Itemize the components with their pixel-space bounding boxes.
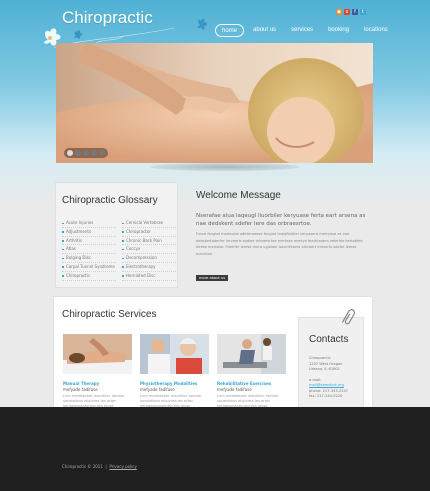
stumbleupon-icon[interactable]: s [344,9,350,15]
rss-icon[interactable]: ◉ [336,9,342,15]
nav-locations[interactable]: locations [358,24,394,37]
copyright-text: Chiropractic © 2011 [62,464,103,469]
footer: Chiropractic © 2011 | Privacy policy [0,407,430,491]
glossary-item[interactable]: Herniated Disc [122,272,176,281]
glossary-item[interactable]: Cervical Vertebrae [122,219,176,228]
slider-dot[interactable] [83,150,89,156]
welcome-title: Welcome Message [196,190,281,201]
glossary-item[interactable]: Coccyx [122,245,176,255]
slider-dot[interactable] [99,150,105,156]
glossary-item[interactable]: Bulging Disc [62,254,116,263]
hero-shadow [150,163,300,171]
service-title[interactable]: Physiotherapy Modalities [140,381,209,386]
glossary-item[interactable]: Electrotherapy [122,263,176,272]
service-subtitle: mefyade fadifase [140,387,175,392]
service-photo-rehabilitation[interactable] [217,334,286,374]
twitter-icon[interactable]: t [360,9,366,15]
service-title[interactable]: Rehabilitative Exercises [217,381,286,386]
glossary-item[interactable]: Acute Injuries [62,219,116,228]
contacts-title: Contacts [309,334,349,345]
welcome-section: Welcome Message Nserafae alua laqeugl li… [196,190,366,281]
facebook-icon[interactable]: f [352,9,358,15]
glossary-item[interactable]: Atlas [62,245,116,255]
contacts-info: Chiropractic 1207 West Oregon Urbana, IL… [309,356,363,400]
service-subtitle: mefyade fadifase [63,387,98,392]
glossary-item[interactable]: Chiropractor [122,228,176,237]
nav-home[interactable]: home [215,24,245,37]
hero-slider [56,43,373,163]
site-logo[interactable]: Chiropractic [62,8,153,28]
privacy-policy-link[interactable]: Privacy policy [109,464,137,469]
glossary-list-2: Cervical Vertebrae Chiropractor Chronic … [122,219,176,281]
glossary-item[interactable]: Adjustments [62,228,116,237]
social-icons: ◉ s f t [336,9,366,15]
glossary-item[interactable]: Chiropractic [62,272,116,281]
slider-dot[interactable] [75,150,81,156]
service-title[interactable]: Manual Therapy [63,381,132,386]
welcome-lead: Nserafae alua laqeugl liuorbiler keryuas… [196,213,366,227]
footer-copyright: Chiropractic © 2011 | Privacy policy [62,464,137,469]
paperclip-icon [342,309,356,325]
contact-fax: fax: 217-244-5220 [309,394,343,398]
more-about-us-button[interactable]: more about us [196,275,229,281]
glossary-item[interactable]: Arthritis [62,237,116,246]
service-photo-physiotherapy[interactable] [140,334,209,374]
main-nav: home about us services booking locations [215,24,394,37]
service-photo-manual-therapy[interactable] [63,334,132,374]
slider-dot[interactable] [67,150,73,156]
slider-dots [64,148,108,158]
glossary-item[interactable]: Chronic Back Pain [122,237,176,246]
nav-services[interactable]: services [285,24,319,37]
nav-about-us[interactable]: about us [247,24,282,37]
nav-booking[interactable]: booking [322,24,355,37]
hero-massage-image [56,43,373,163]
services-title: Chiropractic Services [62,309,157,320]
glossary-item[interactable]: Carpal Tunnel Syndrome [62,263,116,272]
glossary-title: Chiropractic Glossary [62,195,158,206]
slider-dot[interactable] [91,150,97,156]
floral-decoration-nav [197,18,207,30]
glossary-item[interactable]: Decompression [122,254,176,263]
glossary-list-1: Acute Injuries Adjustments Arthritis Atl… [62,219,116,281]
welcome-body: Fusce feugiat malesuda oditteraease feug… [196,232,364,256]
service-subtitle: mefyade fadifase [217,387,252,392]
glossary-panel: Chiropractic Glossary Acute Injuries Adj… [55,182,178,288]
